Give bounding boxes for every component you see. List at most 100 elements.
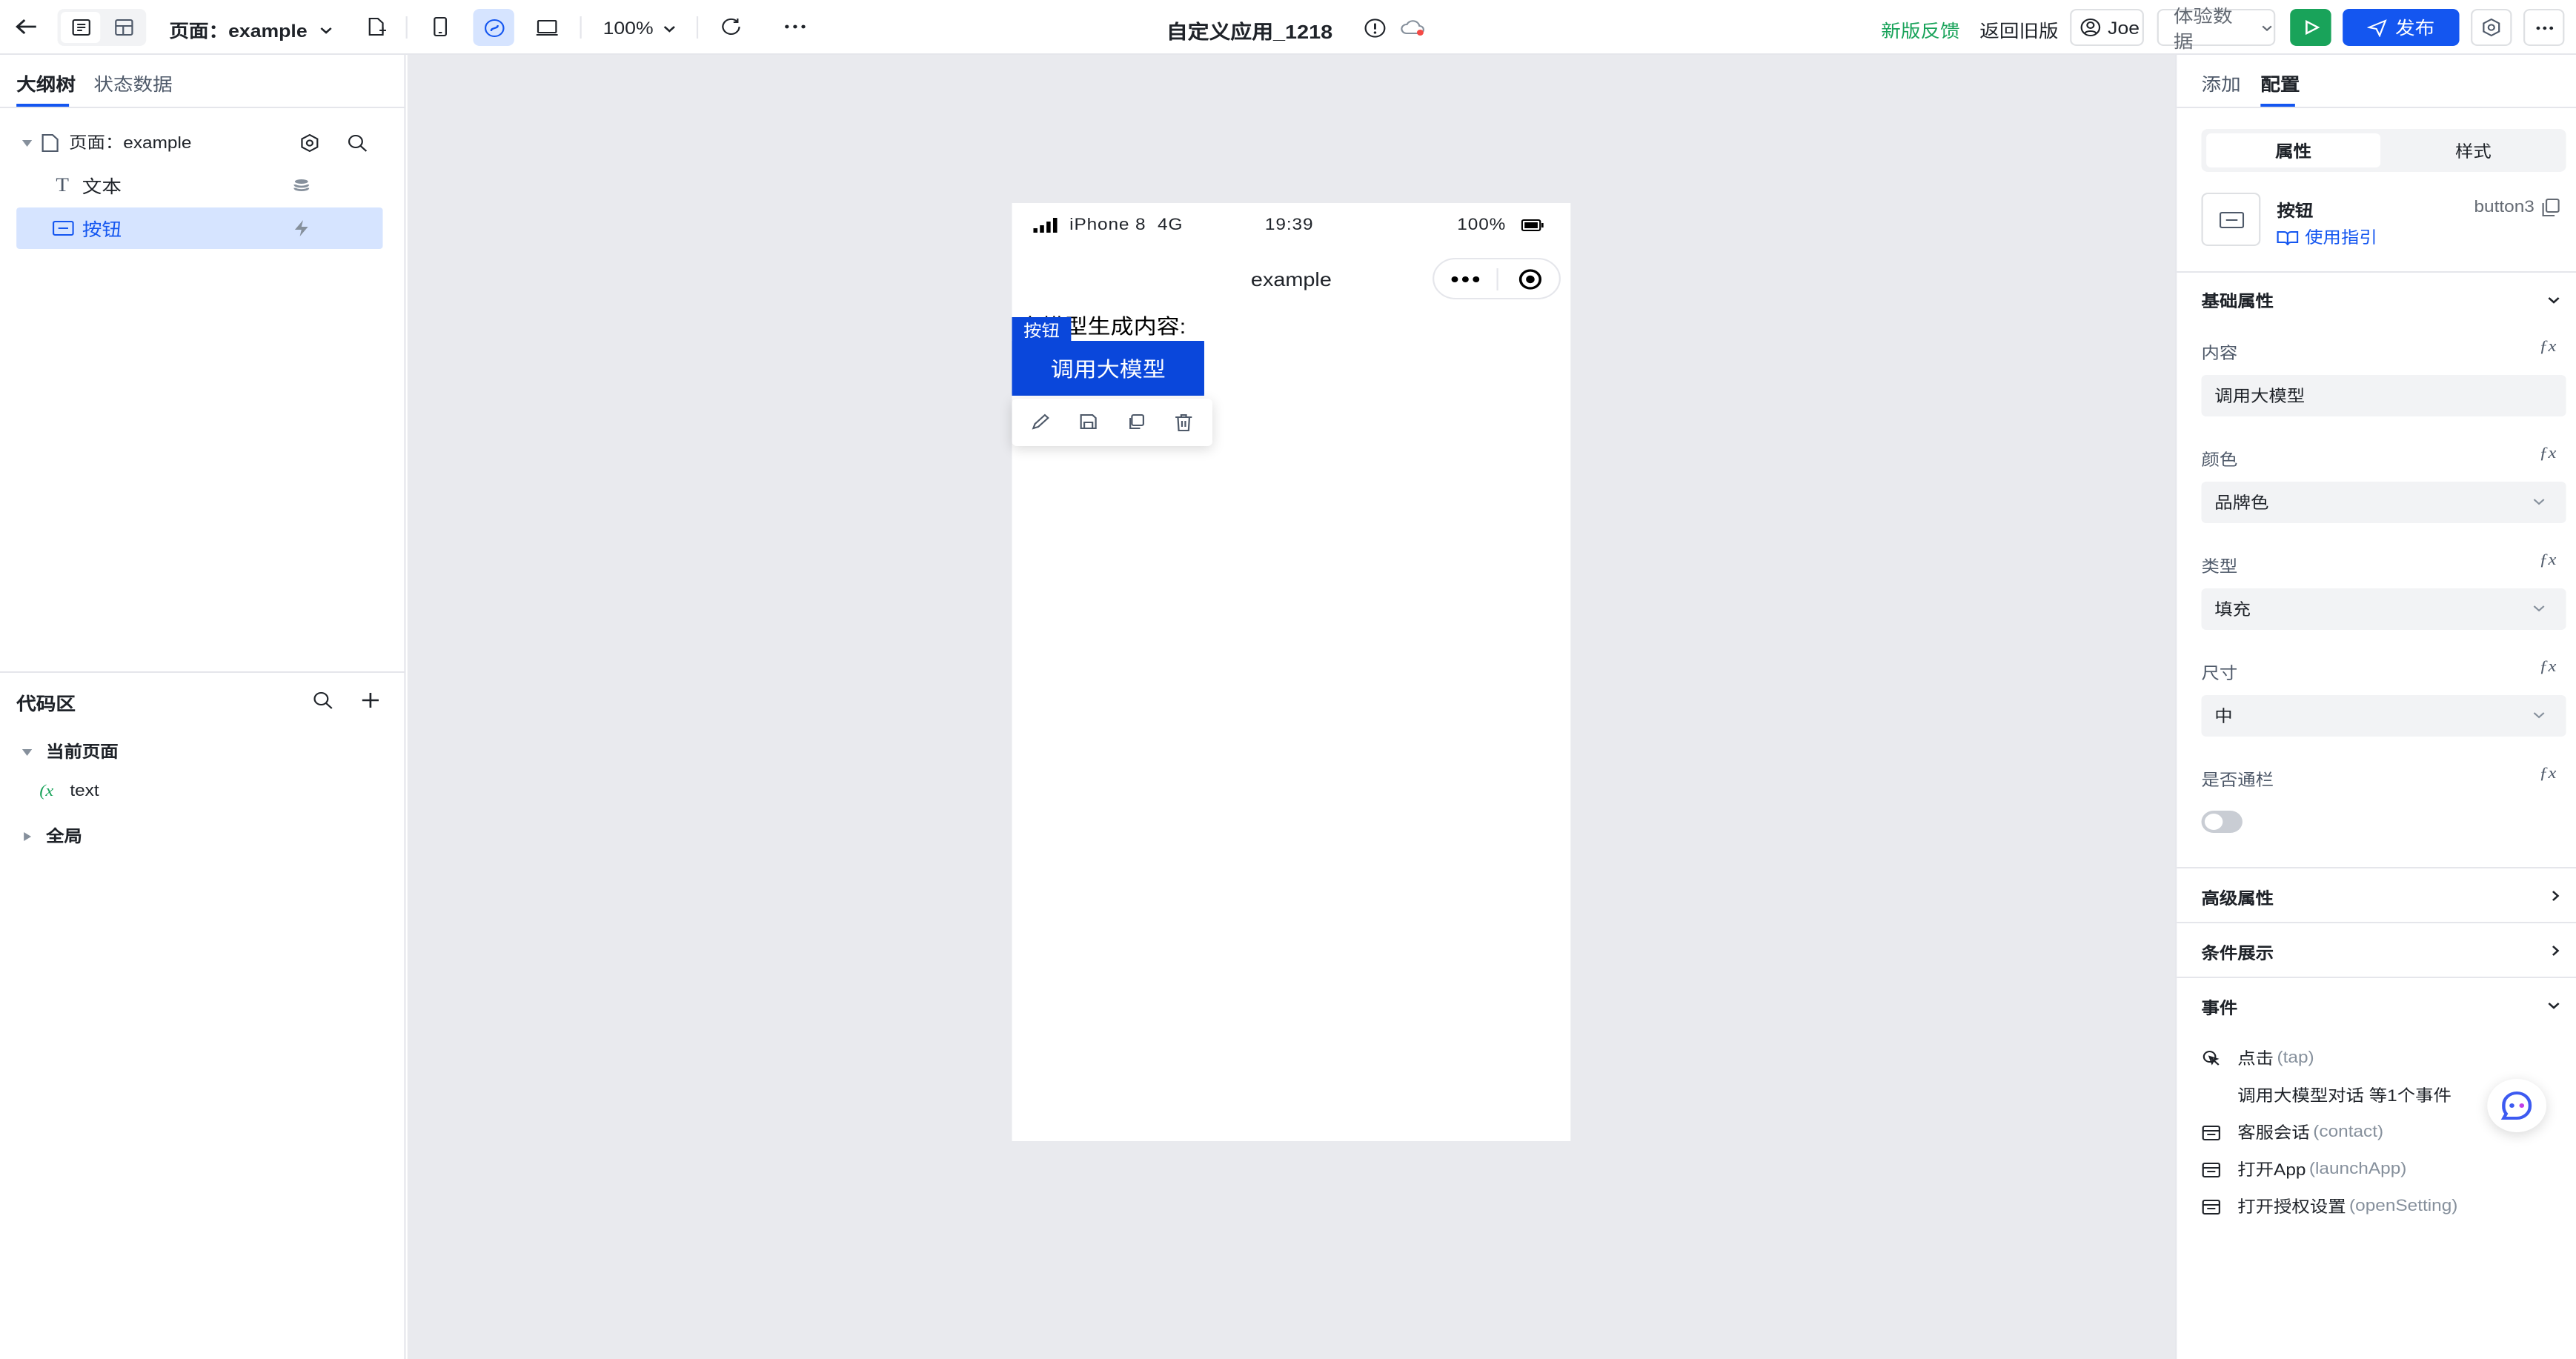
search-icon[interactable] [312, 691, 333, 710]
experience-data-dropdown[interactable]: 体验数据 [2157, 5, 2276, 51]
settings-button[interactable] [2471, 9, 2512, 46]
search-icon[interactable] [347, 133, 368, 152]
event-contact[interactable]: 客服会话 (contact) [2202, 1120, 2384, 1144]
usage-guide-link[interactable]: 使用指引 [2277, 225, 2377, 249]
database-icon[interactable] [293, 177, 311, 193]
plus-icon[interactable] [362, 692, 379, 708]
tab-config[interactable]: 配置 [2260, 71, 2300, 96]
seg-properties[interactable]: 属性 [2206, 133, 2381, 167]
type-value: 填充 [2214, 602, 2251, 619]
run-button[interactable] [2290, 9, 2331, 46]
user-name: Joe [2108, 17, 2140, 38]
close-miniprogram-icon[interactable] [1518, 268, 1542, 290]
trash-icon[interactable] [1175, 413, 1192, 431]
chevron-right-icon[interactable] [2548, 889, 2563, 903]
cloud-sync-icon[interactable] [1400, 16, 1426, 39]
save-icon[interactable] [1079, 413, 1097, 430]
color-select[interactable]: 品牌色 [2201, 482, 2566, 523]
user-menu[interactable]: Joe [2070, 9, 2144, 46]
type-select[interactable]: 填充 [2201, 588, 2566, 630]
call-llm-button[interactable]: 调用大模型 [1012, 342, 1204, 394]
divider [2177, 922, 2576, 923]
event-launch-app[interactable]: 打开App (launchApp) [2202, 1157, 2406, 1181]
code-item-label: text [70, 782, 99, 800]
field-label-type: 类型 [2201, 559, 2238, 577]
field-label-content: 内容 [2201, 345, 2238, 363]
code-item-text-variable[interactable]: (x text [39, 782, 99, 800]
capsule-menu[interactable] [1433, 258, 1561, 299]
fx-icon[interactable]: ƒx [2539, 551, 2556, 569]
component-name: 按钮 [2277, 203, 2314, 221]
outline-view-icon[interactable] [61, 12, 101, 43]
conditional-display-title[interactable]: 条件展示 [2202, 941, 2274, 965]
tree-item-text[interactable]: T 文本 [16, 165, 382, 206]
ai-assistant-button[interactable] [2487, 1079, 2547, 1132]
divider [2177, 867, 2576, 868]
event-label: 客服会话 [2237, 1125, 2310, 1143]
chevron-right-icon[interactable] [2548, 944, 2563, 957]
refresh-icon[interactable] [718, 15, 744, 39]
more-menu-button[interactable] [2523, 9, 2565, 46]
events-title: 事件 [2201, 1000, 2238, 1018]
divider [0, 671, 406, 673]
divider [2177, 107, 2576, 108]
tab-outline-tree[interactable]: 大纲树 [16, 71, 76, 96]
more-dots-icon[interactable] [1450, 276, 1480, 283]
miniprogram-device-icon[interactable] [473, 9, 514, 46]
assistant-bot-icon [2500, 1091, 2532, 1120]
lightning-event-icon[interactable] [293, 219, 311, 237]
fx-icon[interactable]: ƒx [2539, 658, 2556, 676]
fx-icon[interactable]: ƒx [2539, 338, 2556, 356]
chevron-down-icon[interactable] [2546, 293, 2561, 307]
event-label: 点击 [2237, 1051, 2274, 1069]
book-icon [2277, 230, 2299, 245]
feedback-link[interactable]: 新版反馈 [1881, 18, 1959, 43]
layout-view-icon[interactable] [104, 12, 143, 43]
page-selector[interactable]: 页面：example [169, 18, 333, 43]
usage-guide-label: 使用指引 [2305, 230, 2377, 247]
new-page-icon[interactable] [363, 15, 389, 39]
code-group-label: 全局 [46, 828, 82, 846]
app-title: 自定义应用_1218 [1166, 21, 1333, 43]
caret-down-icon[interactable] [21, 137, 33, 147]
tab-add[interactable]: 添加 [2202, 71, 2241, 96]
event-tap[interactable]: 点击 (tap) [2202, 1046, 2314, 1070]
event-icon [2202, 1125, 2221, 1140]
desktop-device-icon[interactable] [534, 15, 560, 39]
fx-icon[interactable]: ƒx [2539, 765, 2556, 782]
mobile-device-icon[interactable] [427, 15, 453, 39]
toolbar-divider [580, 16, 582, 39]
event-open-setting[interactable]: 打开授权设置 (openSetting) [2202, 1194, 2457, 1218]
chevron-down-icon [663, 25, 675, 32]
send-icon [2367, 19, 2387, 36]
code-group-current-page[interactable]: 当前页面 [21, 740, 119, 763]
info-icon[interactable] [1362, 16, 1387, 39]
tree-item-label: 文本 [82, 176, 122, 196]
event-icon [2202, 1162, 2221, 1177]
copy-icon[interactable] [1127, 413, 1145, 430]
event-code: (contact) [2313, 1123, 2384, 1141]
advanced-properties-title[interactable]: 高级属性 [2202, 886, 2274, 910]
network-type: 4G [1158, 216, 1184, 234]
tab-state-data[interactable]: 状态数据 [93, 71, 172, 96]
full-width-toggle[interactable] [2201, 811, 2243, 833]
code-group-global[interactable]: 全局 [21, 824, 82, 848]
gear-icon[interactable] [299, 133, 320, 152]
tree-item-button[interactable]: 按钮 [16, 207, 383, 249]
zoom-selector[interactable]: 100% [603, 18, 677, 39]
return-old-version-link[interactable]: 返回旧版 [1979, 18, 2058, 43]
content-input[interactable]: 调用大模型 [2201, 375, 2566, 416]
fx-icon[interactable]: ƒx [2539, 445, 2556, 462]
status-bar-left: iPhone 8 4G [1033, 216, 1183, 234]
event-tap-actions[interactable]: 调用大模型对话 等1个事件 [2237, 1083, 2451, 1107]
chevron-down-icon[interactable] [2546, 999, 2561, 1012]
seg-styles[interactable]: 样式 [2386, 133, 2561, 167]
back-arrow-icon[interactable] [13, 15, 39, 39]
copy-icon[interactable] [2541, 199, 2560, 216]
tree-item-page[interactable]: 页面：example [16, 122, 382, 163]
size-select[interactable]: 中 [2201, 695, 2566, 737]
edit-icon[interactable] [1032, 413, 1049, 430]
publish-button[interactable]: 发布 [2343, 9, 2460, 46]
more-icon[interactable] [782, 15, 808, 39]
tree-item-label: 按钮 [82, 219, 122, 239]
